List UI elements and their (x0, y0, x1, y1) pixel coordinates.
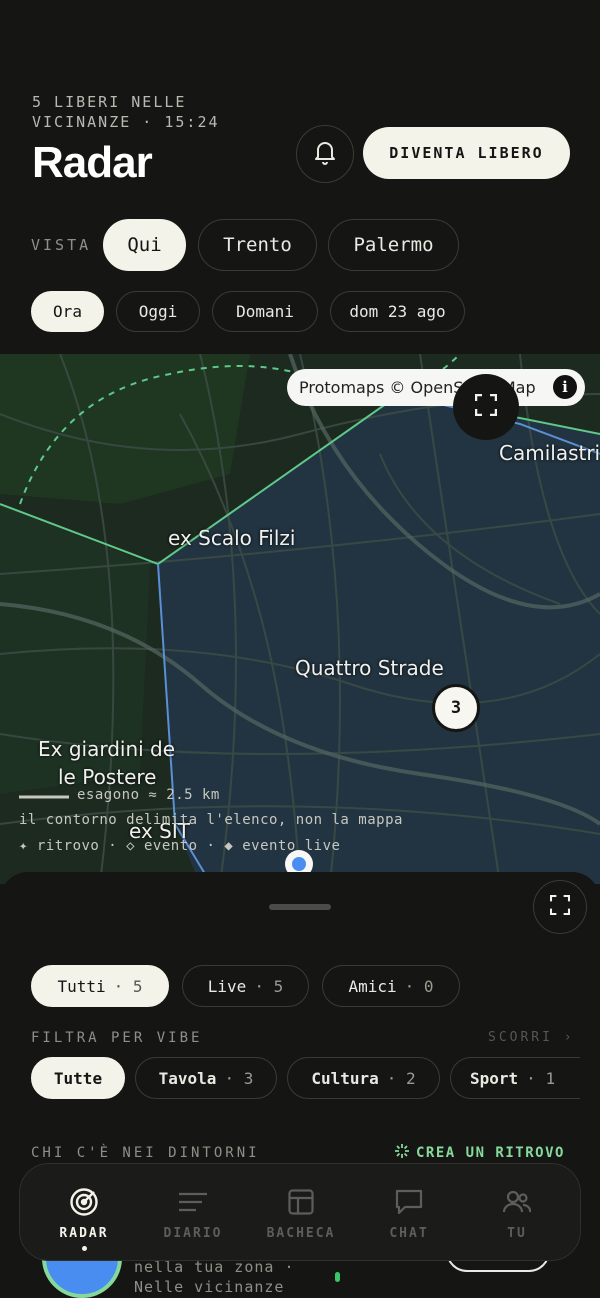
map-label-giardini-2: le Postere (58, 765, 157, 789)
map-label-scalo-filzi: ex Scalo Filzi (168, 526, 296, 550)
page-title: Radar (32, 138, 153, 187)
scroll-hint: SCORRI › (488, 1030, 575, 1045)
tab-tutti[interactable]: Tutti · 5 (31, 965, 169, 1007)
map-cluster-marker[interactable]: 3 (432, 684, 480, 732)
chat-icon (395, 1188, 423, 1216)
map-label-giardini-1: Ex giardini de (38, 737, 176, 761)
vibe-sport[interactable]: Sport · 1 (450, 1057, 580, 1099)
tab-amici[interactable]: Amici · 0 (322, 965, 460, 1007)
map-fullscreen-button[interactable] (453, 374, 519, 440)
nav-item-bacheca[interactable]: BACHECA (247, 1164, 355, 1262)
vibe-filter-label: FILTRA PER VIBE (31, 1030, 203, 1046)
expand-icon (549, 894, 571, 919)
tab-count: · 0 (404, 976, 434, 996)
nav-label: DIARIO (163, 1226, 223, 1241)
map-label-camilastri: Camilastri (499, 441, 600, 465)
board-icon (288, 1188, 314, 1216)
nav-label: BACHECA (266, 1226, 336, 1241)
vibe-label: Tavola (158, 1068, 217, 1088)
tab-live[interactable]: Live · 5 (182, 965, 309, 1007)
time-filter-oggi[interactable]: Oggi (116, 291, 200, 332)
time-filter-domani[interactable]: Domani (212, 291, 318, 332)
tab-count: · 5 (113, 976, 143, 996)
map-canvas (0, 354, 600, 884)
status-line: 5 LIBERI NELLE VICINANZE · 15:24 (32, 93, 220, 131)
time-filter-date[interactable]: dom 23 ago (330, 291, 465, 332)
vibe-label: Cultura (311, 1068, 379, 1088)
bottom-nav: RADAR DIARIO BACHECA CHAT TU (19, 1163, 581, 1261)
location-dot (292, 857, 306, 871)
active-indicator (81, 1246, 87, 1251)
vibe-count: · 2 (386, 1068, 416, 1088)
tab-label: Amici (348, 976, 397, 996)
nearby-section-label: CHI C'È NEI DINTORNI (31, 1145, 260, 1161)
become-free-button[interactable]: DIVENTA LIBERO (363, 127, 570, 179)
map-scale-text: esagono ≈ 2.5 km (77, 787, 220, 803)
vista-option-qui[interactable]: Qui (103, 219, 186, 271)
sparkle-icon (394, 1143, 410, 1163)
nav-label: RADAR (59, 1226, 109, 1241)
map[interactable] (0, 354, 600, 884)
expand-icon (474, 393, 498, 420)
nav-item-chat[interactable]: CHAT (355, 1164, 463, 1262)
vibe-tutte[interactable]: Tutte (31, 1057, 125, 1099)
nav-item-radar[interactable]: RADAR (30, 1164, 138, 1262)
info-icon[interactable]: i (553, 375, 577, 399)
vista-label: VISTA (31, 236, 92, 254)
radar-icon (69, 1188, 99, 1216)
create-meetup-label: CREA UN RITROVO (416, 1145, 565, 1161)
vibe-count: · 1 (526, 1068, 556, 1088)
vibe-tavola[interactable]: Tavola · 3 (135, 1057, 277, 1099)
vista-option-trento[interactable]: Trento (198, 219, 317, 271)
tab-label: Live (207, 976, 247, 996)
nav-label: TU (507, 1226, 527, 1241)
create-meetup-button[interactable]: CREA UN RITROVO (394, 1143, 565, 1163)
vibe-label: Sport (470, 1068, 519, 1088)
time-filter-ora[interactable]: Ora (31, 291, 104, 332)
sheet-fullscreen-button[interactable] (533, 880, 587, 934)
nav-item-diario[interactable]: DIARIO (139, 1164, 247, 1262)
live-indicator (335, 1272, 340, 1282)
nav-label: CHAT (389, 1226, 429, 1241)
vibe-count: · 3 (224, 1068, 254, 1088)
tab-count: · 5 (254, 976, 284, 996)
nav-item-tu[interactable]: TU (463, 1164, 571, 1262)
bell-icon (313, 139, 337, 169)
vibe-label: Tutte (53, 1068, 103, 1088)
map-attribution[interactable]: Protomaps © OpenStreetMap i (287, 369, 585, 406)
map-note: il contorno delimita l'elenco, non la ma… (19, 812, 403, 828)
map-label-quattro-strade: Quattro Strade (295, 656, 444, 680)
sheet-drag-handle[interactable] (269, 904, 331, 910)
notifications-button[interactable] (296, 125, 354, 183)
list-icon (178, 1188, 208, 1216)
people-icon (503, 1188, 531, 1216)
tab-label: Tutti (57, 976, 106, 996)
list-item-distance: Nelle vicinanze (134, 1278, 285, 1296)
vibe-cultura[interactable]: Cultura · 2 (287, 1057, 440, 1099)
vista-option-palermo[interactable]: Palermo (328, 219, 459, 271)
